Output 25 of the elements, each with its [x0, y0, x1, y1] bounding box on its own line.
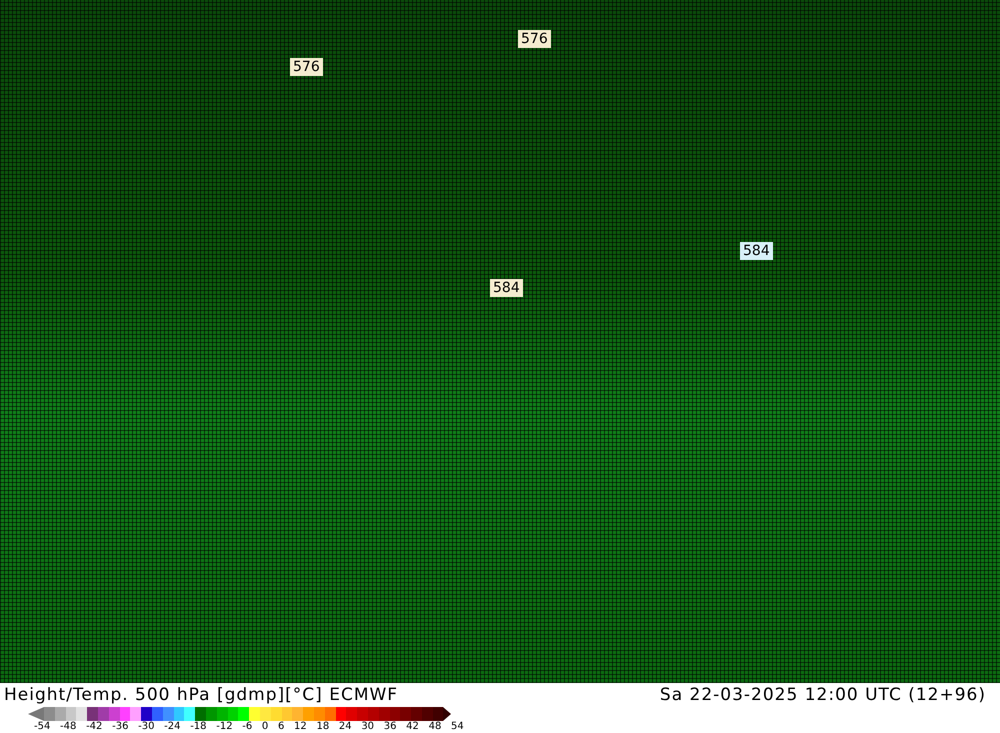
legend-tick-label: -18 [190, 721, 207, 733]
legend-tick-label: 54 [451, 721, 464, 733]
legend-tick-label: -12 [216, 721, 233, 733]
legend-tick-label: 30 [361, 721, 374, 733]
contour-label: 584 [490, 279, 523, 297]
legend-tick-label: -36 [112, 721, 128, 733]
legend-tick-label: -6 [242, 721, 252, 733]
legend-tick-label: 12 [294, 721, 307, 733]
legend-tick-label: 42 [406, 721, 419, 733]
legend-tick-label: -30 [138, 721, 154, 733]
chart-title: Height/Temp. 500 hPa [gdmp][°C] ECMWF [4, 685, 398, 707]
legend-tick-label: 0 [262, 721, 268, 733]
legend-tick-label: -42 [86, 721, 102, 733]
contour-label: 584 [740, 242, 773, 260]
legend-tick-label: 48 [428, 721, 442, 733]
forecast-datetime: Sa 22-03-2025 12:00 UTC (12+96) [660, 685, 986, 707]
legend-tick-label: 36 [384, 721, 396, 733]
legend-tick-label: -48 [60, 721, 76, 733]
legend-tick-label: 6 [278, 721, 284, 733]
legend-tick-label: 24 [338, 721, 352, 733]
legend-tick-label: -54 [34, 721, 50, 733]
contour-label: 576 [290, 58, 323, 76]
contour-label: 576 [518, 30, 551, 48]
legend-tick-label: 18 [316, 721, 330, 733]
legend-tick-label: -24 [164, 721, 180, 733]
